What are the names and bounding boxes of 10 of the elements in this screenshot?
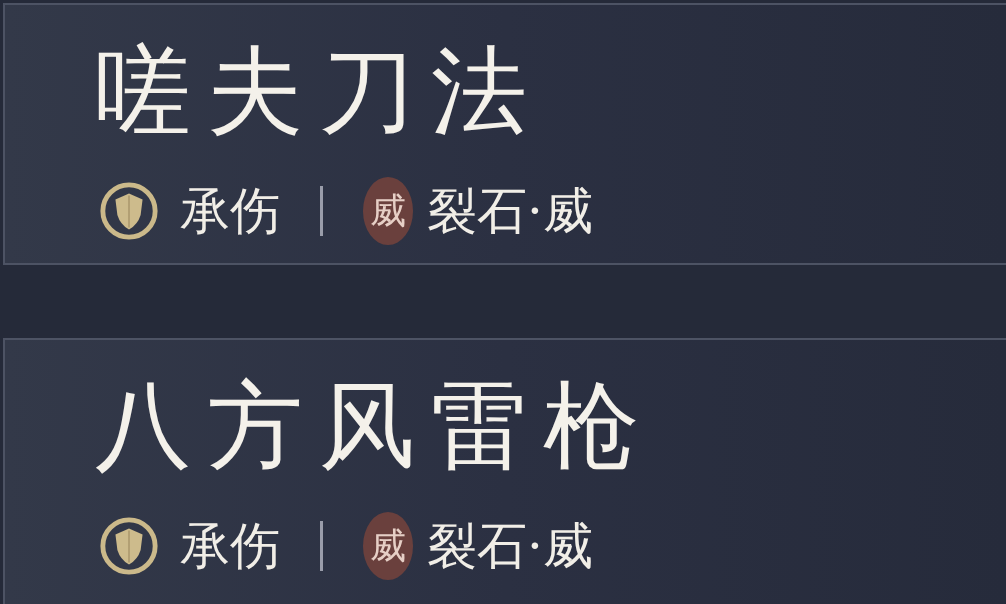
seal-stamp: 威 (363, 177, 413, 245)
tag-label: 裂石·威 (427, 518, 593, 574)
shield-icon (98, 180, 160, 242)
tag-label: 承伤 (180, 518, 280, 574)
shield-icon (98, 515, 160, 577)
skill-title: 嗟夫刀法 (95, 41, 543, 141)
seal-stamp: 威 (363, 512, 413, 580)
skill-title: 八方风雷枪 (95, 376, 655, 476)
tag-label: 裂石·威 (427, 183, 593, 239)
tag-label: 承伤 (180, 183, 280, 239)
